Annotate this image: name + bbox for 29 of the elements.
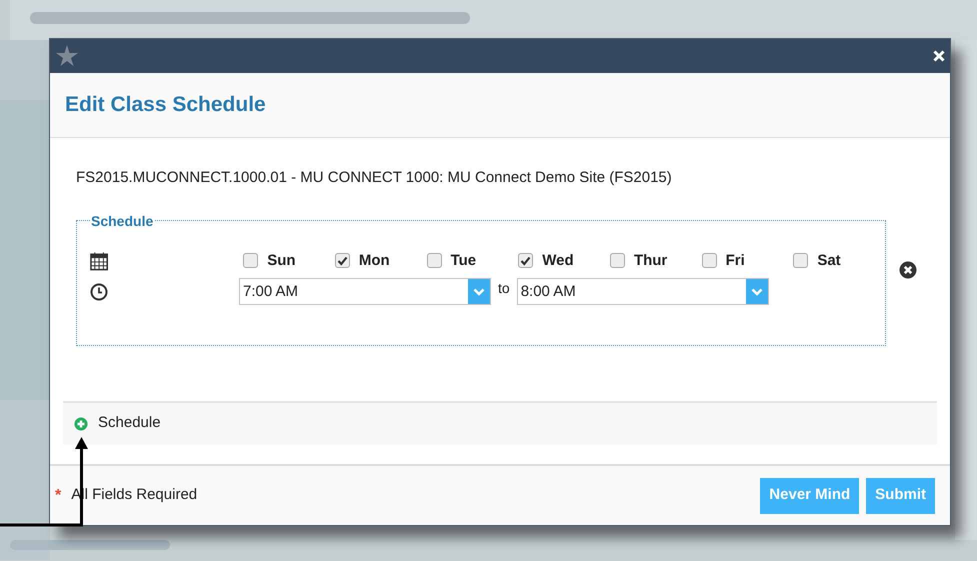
remove-circle-icon[interactable] xyxy=(899,260,917,278)
add-schedule-link[interactable]: Schedule xyxy=(98,412,161,435)
add-circle-icon[interactable] xyxy=(74,416,88,430)
dialog-title: Edit Class Schedule xyxy=(65,92,266,118)
day-checkbox[interactable] xyxy=(334,253,350,268)
course-name: FS2015.MUCONNECT.1000.01 - MU CONNECT 1000: MU Connect Demo Site (FS2015) xyxy=(76,168,673,188)
start-time-select[interactable]: 7:00 AM xyxy=(239,278,491,305)
close-icon[interactable] xyxy=(933,50,945,62)
separator-text: to xyxy=(498,279,510,298)
end-time-select[interactable]: 8:00 AM xyxy=(516,278,769,305)
day-label: Tue xyxy=(450,250,476,270)
day-checkbox[interactable] xyxy=(610,253,625,268)
star-logo-icon xyxy=(55,44,79,68)
day-checkbox[interactable] xyxy=(793,253,808,268)
day-label: Sat xyxy=(817,250,841,270)
day-checkbox[interactable] xyxy=(518,253,534,268)
day-label: Fri xyxy=(726,250,745,270)
chevron-down-icon xyxy=(746,279,768,304)
required-asterisk: * xyxy=(55,486,62,506)
day-checkbox[interactable] xyxy=(426,253,442,268)
chevron-down-icon xyxy=(468,279,490,304)
day-label: Sun xyxy=(267,250,296,270)
clock-icon xyxy=(90,282,108,300)
day-checkbox[interactable] xyxy=(702,253,717,268)
day-label: Mon xyxy=(358,250,390,270)
day-label: Thur xyxy=(634,250,668,270)
calendar-icon xyxy=(90,250,108,271)
day-checkbox[interactable] xyxy=(243,253,258,268)
day-label: Wed xyxy=(542,250,574,270)
